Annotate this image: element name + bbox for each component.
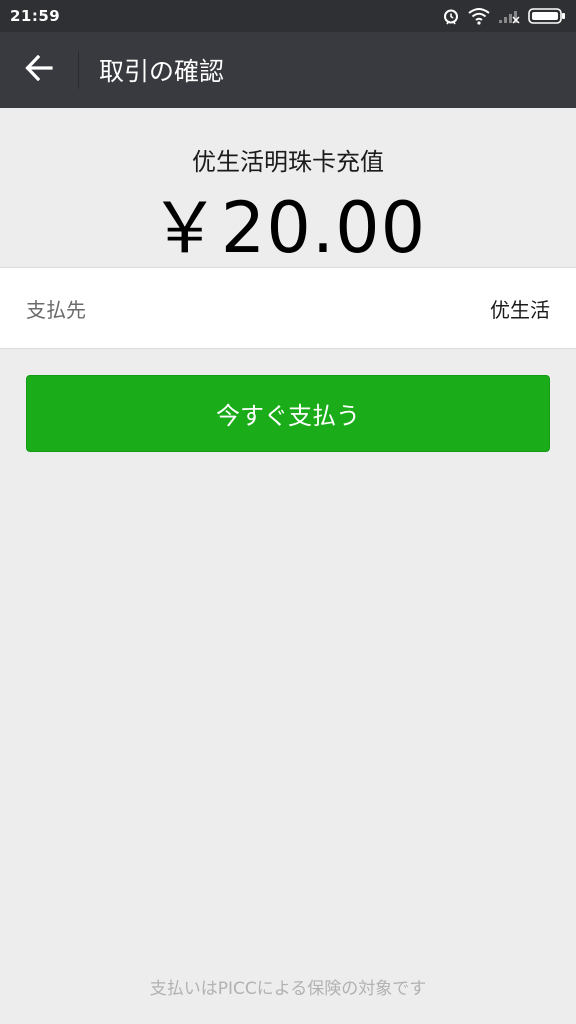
app-bar-divider [78, 51, 79, 89]
battery-icon [528, 8, 566, 24]
status-time: 21:59 [10, 7, 61, 25]
amount-section: 优生活明珠卡充值 ￥20.00 [0, 108, 576, 269]
status-bar: 21:59 [0, 0, 576, 32]
app-bar: 取引の確認 [0, 32, 576, 108]
pay-now-button[interactable]: 今すぐ支払う [26, 375, 550, 452]
back-button[interactable] [0, 32, 78, 108]
insurance-note: 支払いはPICCによる保険の対象です [149, 979, 427, 999]
wifi-icon [468, 7, 490, 25]
signal-icon [498, 8, 520, 24]
payee-row: 支払先 优生活 [0, 267, 576, 349]
payee-value: 优生活 [490, 297, 550, 322]
payment-amount: ￥20.00 [149, 187, 427, 269]
alarm-icon [442, 7, 460, 25]
arrow-left-icon [25, 54, 53, 85]
payee-label: 支払先 [26, 297, 86, 322]
status-icons [442, 7, 566, 25]
page-title: 取引の確認 [99, 57, 225, 86]
